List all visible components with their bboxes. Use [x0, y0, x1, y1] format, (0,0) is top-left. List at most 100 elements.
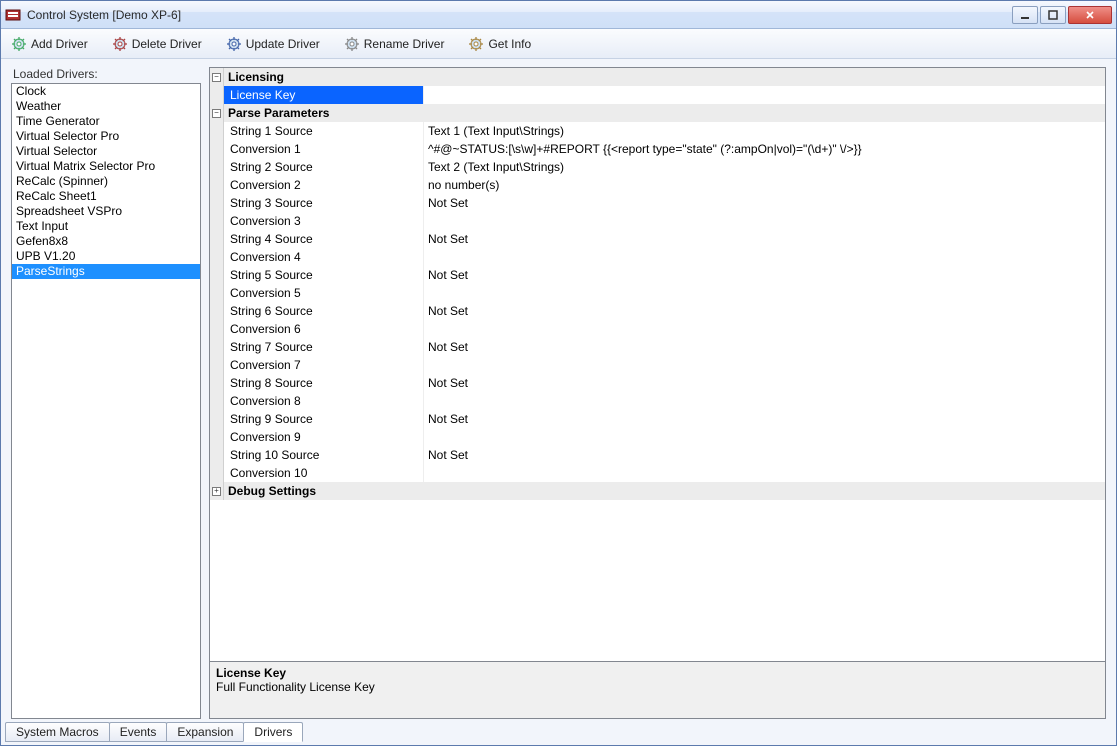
property-label: String 5 Source [224, 266, 424, 284]
property-value[interactable] [424, 356, 1105, 374]
property-row[interactable]: String 3 SourceNot Set [210, 194, 1105, 212]
property-label: String 9 Source [224, 410, 424, 428]
titlebar: Control System [Demo XP-6] [1, 1, 1116, 29]
property-value[interactable] [424, 86, 1105, 104]
property-value[interactable]: Not Set [424, 446, 1105, 464]
property-value[interactable] [424, 284, 1105, 302]
toolbar: Add Driver Delete Driver Update Driver R… [1, 29, 1116, 59]
property-category[interactable]: +Debug Settings [210, 482, 1105, 500]
property-value[interactable] [424, 392, 1105, 410]
property-category[interactable]: −Parse Parameters [210, 104, 1105, 122]
window-title: Control System [Demo XP-6] [27, 8, 181, 22]
property-label: Conversion 5 [224, 284, 424, 302]
property-row[interactable]: Conversion 5 [210, 284, 1105, 302]
list-item[interactable]: Clock [12, 84, 200, 99]
property-label: String 1 Source [224, 122, 424, 140]
category-label: Parse Parameters [224, 104, 1105, 122]
property-row[interactable]: Conversion 2no number(s) [210, 176, 1105, 194]
property-row[interactable]: Conversion 9 [210, 428, 1105, 446]
list-item[interactable]: Virtual Selector Pro [12, 129, 200, 144]
property-value[interactable]: Not Set [424, 266, 1105, 284]
property-row[interactable]: String 2 SourceText 2 (Text Input\String… [210, 158, 1105, 176]
list-item[interactable]: ParseStrings [12, 264, 200, 279]
property-label: Conversion 3 [224, 212, 424, 230]
collapse-icon[interactable]: − [212, 73, 221, 82]
property-row[interactable]: String 5 SourceNot Set [210, 266, 1105, 284]
drivers-listbox[interactable]: ClockWeatherTime GeneratorVirtual Select… [11, 83, 201, 719]
property-label: Conversion 4 [224, 248, 424, 266]
property-row[interactable]: String 4 SourceNot Set [210, 230, 1105, 248]
property-row[interactable]: String 1 SourceText 1 (Text Input\String… [210, 122, 1105, 140]
property-row[interactable]: Conversion 3 [210, 212, 1105, 230]
property-value[interactable]: Not Set [424, 410, 1105, 428]
add-driver-button[interactable]: Add Driver [7, 34, 92, 54]
property-value[interactable] [424, 428, 1105, 446]
list-item[interactable]: Virtual Selector [12, 144, 200, 159]
list-item[interactable]: Time Generator [12, 114, 200, 129]
expand-icon[interactable]: + [212, 487, 221, 496]
property-value[interactable]: Not Set [424, 302, 1105, 320]
property-row[interactable]: String 7 SourceNot Set [210, 338, 1105, 356]
property-row[interactable]: Conversion 10 [210, 464, 1105, 482]
minimize-button[interactable] [1012, 6, 1038, 24]
app-window: Control System [Demo XP-6] Add Driver De… [0, 0, 1117, 746]
collapse-icon[interactable]: − [212, 109, 221, 118]
list-item[interactable]: ReCalc (Spinner) [12, 174, 200, 189]
list-item[interactable]: Gefen8x8 [12, 234, 200, 249]
maximize-button[interactable] [1040, 6, 1066, 24]
property-label: Conversion 1 [224, 140, 424, 158]
property-row[interactable]: String 9 SourceNot Set [210, 410, 1105, 428]
description-text: Full Functionality License Key [216, 680, 1099, 694]
property-label: String 4 Source [224, 230, 424, 248]
property-value[interactable]: Text 2 (Text Input\Strings) [424, 158, 1105, 176]
property-label: Conversion 8 [224, 392, 424, 410]
property-row[interactable]: String 10 SourceNot Set [210, 446, 1105, 464]
property-value[interactable]: Not Set [424, 374, 1105, 392]
list-item[interactable]: Virtual Matrix Selector Pro [12, 159, 200, 174]
gear-icon [344, 36, 360, 52]
property-row[interactable]: Conversion 7 [210, 356, 1105, 374]
property-label: Conversion 9 [224, 428, 424, 446]
property-value[interactable] [424, 248, 1105, 266]
property-value[interactable]: Text 1 (Text Input\Strings) [424, 122, 1105, 140]
property-value[interactable] [424, 212, 1105, 230]
property-row[interactable]: String 8 SourceNot Set [210, 374, 1105, 392]
property-value[interactable]: Not Set [424, 338, 1105, 356]
property-value[interactable]: Not Set [424, 194, 1105, 212]
content-area: Loaded Drivers: ClockWeatherTime Generat… [1, 59, 1116, 719]
list-item[interactable]: ReCalc Sheet1 [12, 189, 200, 204]
get-info-button[interactable]: Get Info [464, 34, 535, 54]
property-row[interactable]: License Key [210, 86, 1105, 104]
bottom-tabstrip: System MacrosEventsExpansionDrivers [1, 719, 1116, 745]
property-value[interactable] [424, 464, 1105, 482]
list-item[interactable]: Weather [12, 99, 200, 114]
property-row[interactable]: Conversion 8 [210, 392, 1105, 410]
rename-driver-button[interactable]: Rename Driver [340, 34, 449, 54]
property-category[interactable]: −Licensing [210, 68, 1105, 86]
property-row[interactable]: Conversion 6 [210, 320, 1105, 338]
property-row[interactable]: Conversion 4 [210, 248, 1105, 266]
property-label: Conversion 6 [224, 320, 424, 338]
list-item[interactable]: Spreadsheet VSPro [12, 204, 200, 219]
tab-events[interactable]: Events [109, 722, 168, 742]
property-value[interactable]: Not Set [424, 230, 1105, 248]
close-button[interactable] [1068, 6, 1112, 24]
property-value[interactable]: no number(s) [424, 176, 1105, 194]
delete-driver-button[interactable]: Delete Driver [108, 34, 206, 54]
property-grid[interactable]: −LicensingLicense Key−Parse ParametersSt… [209, 67, 1106, 662]
tab-system-macros[interactable]: System Macros [5, 722, 110, 742]
property-label: Conversion 10 [224, 464, 424, 482]
list-item[interactable]: Text Input [12, 219, 200, 234]
tab-expansion[interactable]: Expansion [166, 722, 244, 742]
property-label: String 2 Source [224, 158, 424, 176]
update-driver-button[interactable]: Update Driver [222, 34, 324, 54]
property-row[interactable]: Conversion 1^#@~STATUS:[\s\w]+#REPORT {{… [210, 140, 1105, 158]
tab-drivers[interactable]: Drivers [243, 722, 303, 742]
property-value[interactable] [424, 320, 1105, 338]
property-label: String 7 Source [224, 338, 424, 356]
property-value[interactable]: ^#@~STATUS:[\s\w]+#REPORT {{<report type… [424, 140, 1105, 158]
list-item[interactable]: UPB V1.20 [12, 249, 200, 264]
drivers-label: Loaded Drivers: [11, 67, 201, 81]
drivers-panel: Loaded Drivers: ClockWeatherTime Generat… [11, 67, 201, 719]
property-row[interactable]: String 6 SourceNot Set [210, 302, 1105, 320]
